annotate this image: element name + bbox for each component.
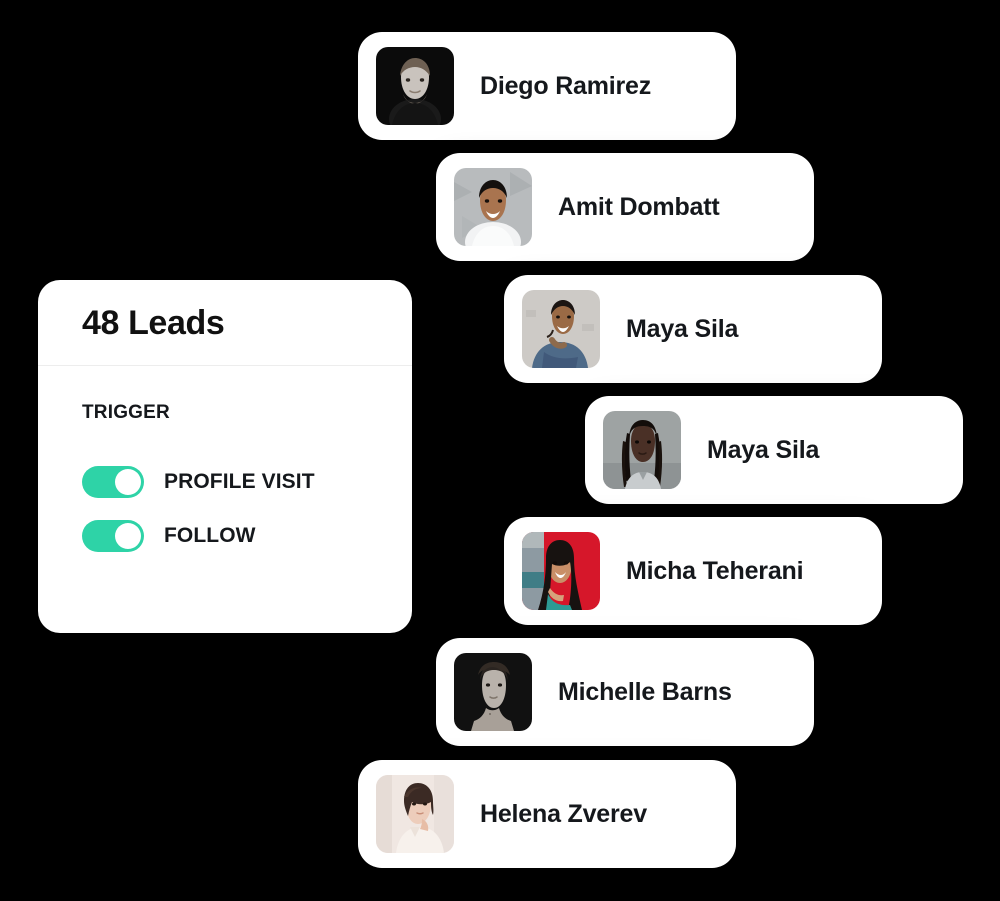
avatar: [522, 290, 600, 368]
lead-name: Helena Zverev: [480, 799, 647, 828]
lead-card[interactable]: Maya Sila: [585, 396, 963, 504]
lead-card[interactable]: Micha Teherani: [504, 517, 882, 625]
lead-name: Michelle Barns: [558, 677, 732, 706]
avatar: [454, 168, 532, 246]
avatar: [522, 532, 600, 610]
lead-name: Diego Ramirez: [480, 71, 652, 100]
avatar: [376, 47, 454, 125]
lead-card[interactable]: Amit Dombatt: [436, 153, 814, 261]
trigger-section-label: TRIGGER: [82, 402, 170, 423]
lead-name: Maya Sila: [626, 314, 739, 343]
avatar: [376, 775, 454, 853]
toggle-knob-icon: [115, 523, 141, 549]
avatar: [454, 653, 532, 731]
trigger-row-follow[interactable]: FOLLOW: [82, 520, 368, 552]
lead-card[interactable]: Diego Ramirez: [358, 32, 736, 140]
profile-visit-toggle[interactable]: [82, 466, 144, 498]
toggle-knob-icon: [115, 469, 141, 495]
lead-card[interactable]: Michelle Barns: [436, 638, 814, 746]
follow-toggle[interactable]: [82, 520, 144, 552]
leads-panel-body: TRIGGER PROFILE VISIT FOLLOW: [38, 366, 412, 552]
lead-name: Maya Sila: [707, 435, 820, 464]
lead-name: Amit Dombatt: [558, 192, 720, 221]
lead-card[interactable]: Helena Zverev: [358, 760, 736, 868]
leads-count-title: 48 Leads: [82, 303, 225, 342]
leads-panel-header: 48 Leads: [38, 280, 412, 366]
profile-visit-label: PROFILE VISIT: [164, 470, 315, 493]
lead-name: Micha Teherani: [626, 556, 804, 585]
leads-panel: 48 Leads TRIGGER PROFILE VISIT FOLLOW: [38, 280, 412, 633]
app-background: 48 Leads TRIGGER PROFILE VISIT FOLLOW Di…: [0, 0, 1000, 901]
trigger-row-profile-visit[interactable]: PROFILE VISIT: [82, 466, 368, 498]
lead-card[interactable]: Maya Sila: [504, 275, 882, 383]
avatar: [603, 411, 681, 489]
follow-label: FOLLOW: [164, 524, 256, 547]
